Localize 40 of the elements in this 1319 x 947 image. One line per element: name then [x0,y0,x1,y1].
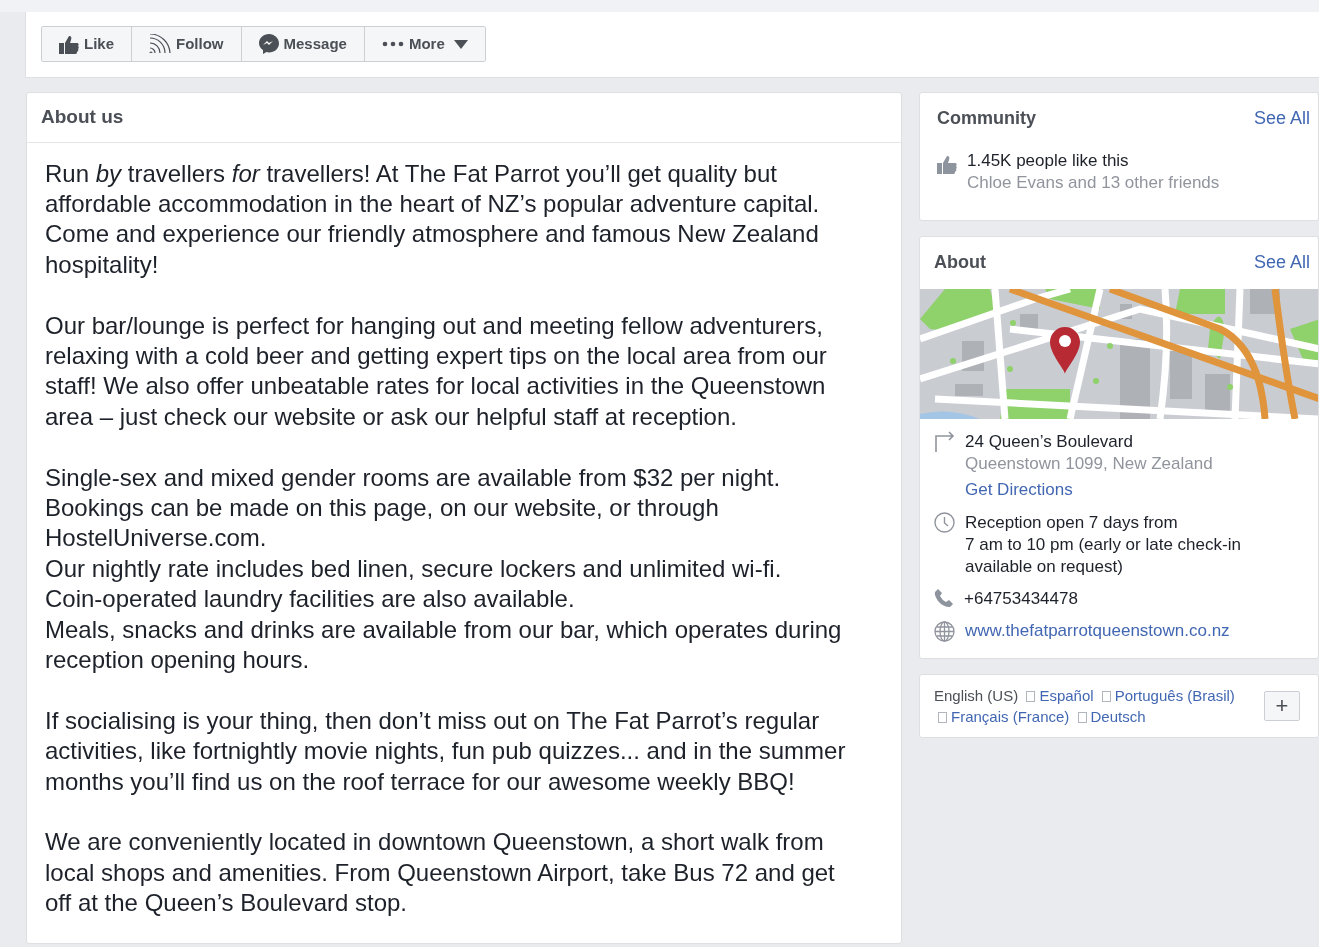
section-title: Community [937,107,1036,130]
see-all-link[interactable]: See All [1253,105,1310,132]
phone-number: +64753434478 [964,588,1078,610]
language-link[interactable]: Deutsch [1090,708,1146,725]
likes-count: 1.45K people like this [967,150,1130,172]
add-language-button[interactable]: + [1264,691,1300,721]
friends-text: Chloe Evans and 13 other friends [967,172,1220,194]
separator-icon [1026,691,1036,702]
more-dots-icon [381,41,404,47]
rss-icon [149,34,171,54]
thumbs-up-icon [937,155,957,174]
city-text: Queenstown 1099, New Zealand [965,453,1213,475]
separator-icon [1101,691,1111,702]
language-link[interactable]: Français (France) [951,708,1070,725]
paragraph: Our bar/lounge is perfect for hanging out and meeting fellow adventurers, relaxing with a cold beer and getting expert tips on the local area from our staff! We also offer unbeatable rates for local activities in the Queenstown area – just check our website or ask our helpful staff at reception. [45,310,828,432]
address-text: 24 Queen’s Boulevard [965,431,1134,453]
globe-icon [934,621,955,642]
like-button[interactable]: Like [42,27,132,61]
phone-icon [934,588,954,608]
separator-icon [938,712,947,723]
clock-icon [934,512,955,533]
section-title: About us [27,93,901,143]
thumbs-up-icon [59,34,79,54]
separator-icon [1077,712,1087,723]
current-language: English (US) [934,687,1019,704]
caret-icon [453,39,468,49]
see-all-link[interactable]: See All [1253,249,1310,276]
paragraph: Single-sex and mixed gender rooms are available from $32 per night. Bookings can be made on this page, on our website, or through HostelUniverse.com. Our nightly rate includes bed linen, secure lockers and unlimited wi-fi. Coin-operated laundry facilities are also available. Meals, snacks and drinks are available from our bar, which operates during reception opening hours. [45,462,843,675]
language-link[interactable]: Português (Brasil) [1114,687,1235,704]
get-directions-link[interactable]: Get Directions [965,479,1073,501]
hours-text: Reception open 7 days from 7 am to 10 pm (early or late check-in available on request) [965,512,1241,578]
paragraph: We are conveniently located in downtown Queenstown, a short walk from local shops and amenities. From Queenstown Airport, take Bus 72 and get off at the Queen’s Boulevard stop. [45,827,836,919]
paragraph: If socialising is your thing, then don’t miss out on The Fat Parrot’s regular activities, like fortnightly movie nights, fun pub quizzes... and in the summer months you’ll find us on the roof terrace for our awesome weekly BBQ! [45,705,847,797]
directions-arrow-icon [934,431,955,452]
map-drawing[interactable] [920,289,1318,419]
messenger-icon [258,34,279,54]
section-title: About [934,251,986,274]
website-link[interactable]: www.thefatparrotqueenstown.co.nz [965,620,1230,642]
language-link[interactable]: Español [1039,687,1094,704]
paragraph: Run by travellers for travellers! At The Fat Parrot you’ll get quality but affordable accommodation in the heart of NZ’s popular adventure capital. Come and experience our friendly atmosphere and famous New Zealand hospitality! [45,158,821,280]
